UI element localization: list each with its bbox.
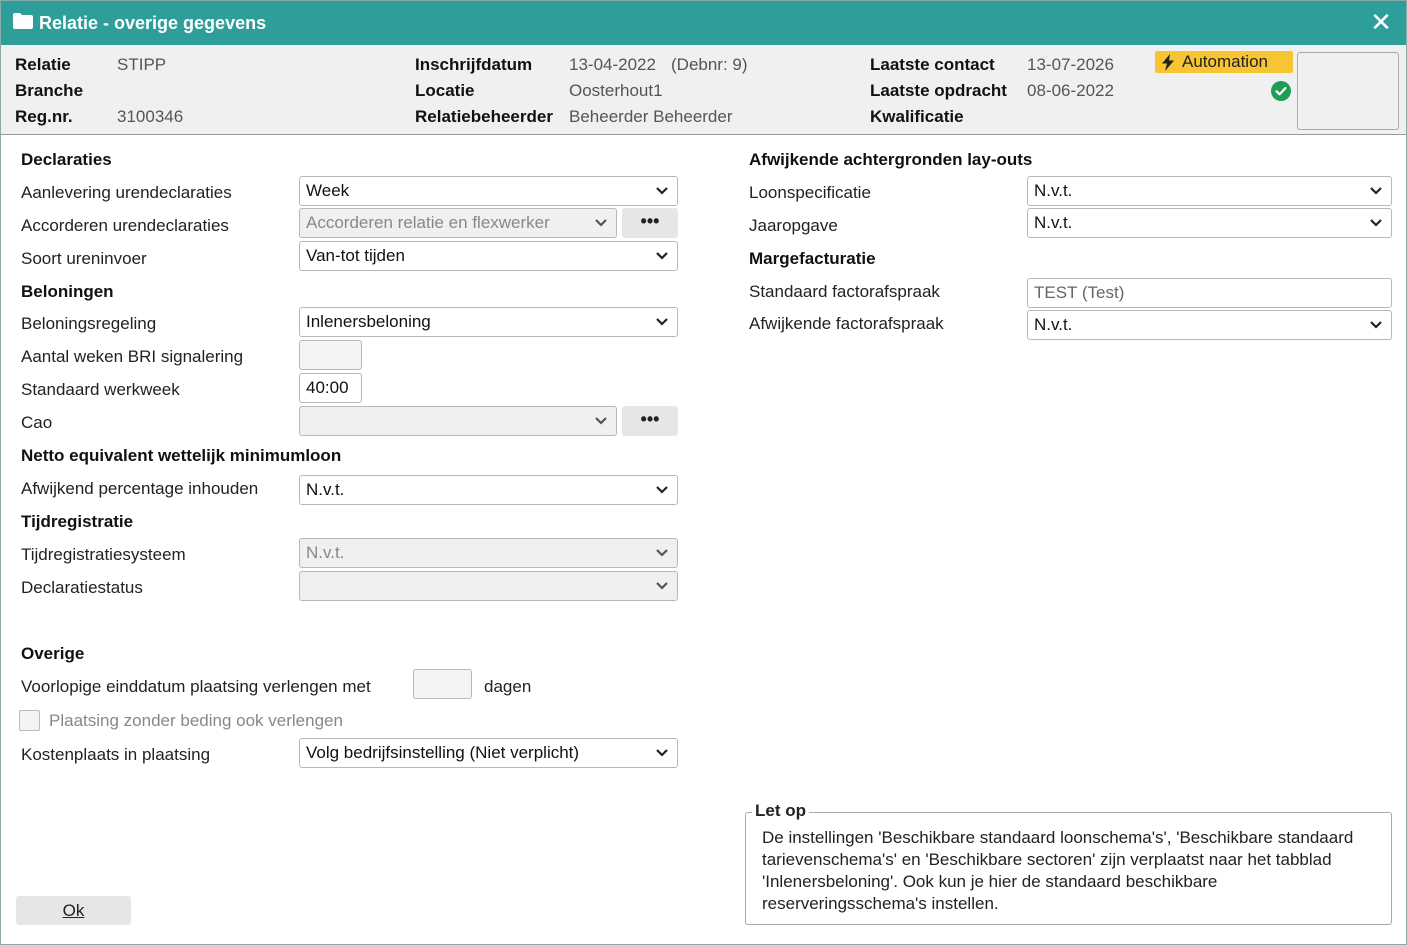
bri-label: Aantal weken BRI signalering	[21, 347, 244, 366]
accorderen-value: Accorderen relatie en flexwerker	[306, 213, 550, 232]
locatie-value: Oosterhout1	[569, 81, 663, 100]
relatiebeheerder-label: Relatiebeheerder	[415, 107, 553, 126]
kwalificatie-label: Kwalificatie	[870, 107, 964, 126]
einddatum-input[interactable]	[413, 669, 472, 699]
laatste-opdracht-label: Laatste opdracht	[870, 81, 1007, 100]
tijdregistratiesysteem-value: N.v.t.	[306, 543, 345, 562]
let-op-notice: Let op De instellingen 'Beschikbare stan…	[745, 801, 1392, 925]
regnr-label: Reg.nr.	[15, 107, 73, 126]
declaraties-heading: Declaraties	[21, 150, 112, 169]
declaratiestatus-select[interactable]	[299, 571, 678, 601]
chevron-down-icon	[656, 318, 668, 326]
laatste-opdracht-value: 08-06-2022	[1027, 81, 1114, 100]
beloningsregeling-select[interactable]: Inlenersbeloning	[299, 307, 678, 337]
tijdregistratiesysteem-label: Tijdregistratiesysteem	[21, 545, 186, 564]
chevron-down-icon	[656, 486, 668, 494]
soort-ureninvoer-value: Van-tot tijden	[306, 246, 405, 265]
aanlevering-select[interactable]: Week	[299, 176, 678, 206]
beloningsregeling-label: Beloningsregeling	[21, 314, 157, 333]
werkweek-label: Standaard werkweek	[21, 380, 180, 399]
relatie-value: STIPP	[117, 55, 167, 74]
accorderen-label: Accorderen urendeclaraties	[21, 216, 229, 235]
layouts-heading: Afwijkende achtergronden lay-outs	[749, 150, 1033, 169]
titlebar: Relatie - overige gegevens ✕	[1, 1, 1406, 45]
chevron-down-icon	[595, 219, 607, 227]
afwijkende-factorafspraak-label: Afwijkende factorafspraak	[749, 314, 944, 333]
aanlevering-label: Aanlevering urendeclaraties	[21, 183, 232, 202]
beloningen-heading: Beloningen	[21, 282, 114, 301]
locatie-label: Locatie	[415, 81, 475, 100]
zonder-beding-checkbox[interactable]	[19, 710, 40, 731]
automation-badge: Automation	[1155, 51, 1293, 73]
loonspecificatie-label: Loonspecificatie	[749, 183, 871, 202]
chevron-down-icon	[656, 549, 668, 557]
laatste-contact-label: Laatste contact	[870, 55, 995, 74]
jaaropgave-label: Jaaropgave	[749, 216, 838, 235]
chevron-down-icon	[656, 187, 668, 195]
window-title: Relatie - overige gegevens	[39, 13, 267, 33]
chevron-down-icon	[1370, 187, 1382, 195]
check-circle-icon	[1271, 81, 1291, 101]
regnr-value: 3100346	[117, 107, 184, 126]
standaard-factorafspraak-label: Standaard factorafspraak	[749, 282, 940, 301]
bri-input[interactable]	[299, 340, 362, 370]
relatie-label: Relatie	[15, 55, 71, 74]
relatiebeheerder-value: Beheerder Beheerder	[569, 107, 733, 126]
afwijkende-factorafspraak-select[interactable]: N.v.t.	[1027, 310, 1392, 340]
laatste-contact-value: 13-07-2026	[1027, 55, 1114, 74]
tijdregistratie-heading: Tijdregistratie	[21, 512, 134, 531]
percentage-value: N.v.t.	[306, 480, 345, 499]
percentage-select[interactable]: N.v.t.	[299, 475, 678, 505]
chevron-down-icon	[656, 252, 668, 260]
chevron-down-icon	[656, 749, 668, 757]
cao-select[interactable]	[299, 406, 617, 436]
afwijkende-factorafspraak-value: N.v.t.	[1034, 315, 1073, 334]
chevron-down-icon	[1370, 321, 1382, 329]
netto-heading: Netto equivalent wettelijk minimumloon	[21, 446, 342, 465]
overige-heading: Overige	[21, 644, 85, 663]
dagen-label: dagen	[484, 677, 532, 696]
branche-label: Branche	[15, 81, 84, 100]
ok-button-label: Ok	[62, 901, 85, 920]
notice-text: De instellingen 'Beschikbare standaard l…	[762, 828, 1354, 913]
kostenplaats-label: Kostenplaats in plaatsing	[21, 745, 211, 764]
percentage-label: Afwijkend percentage inhouden	[21, 479, 259, 498]
close-icon[interactable]: ✕	[1368, 9, 1394, 35]
kostenplaats-select[interactable]: Volg bedrijfsinstelling (Niet verplicht)	[299, 738, 678, 768]
soort-ureninvoer-label: Soort ureninvoer	[21, 249, 147, 268]
loonspecificatie-value: N.v.t.	[1034, 181, 1073, 200]
debnr-value: (Debnr: 9)	[671, 55, 748, 74]
declaratiestatus-label: Declaratiestatus	[21, 578, 143, 597]
folder-icon	[13, 13, 33, 29]
beloningsregeling-value: Inlenersbeloning	[306, 312, 431, 331]
standaard-factorafspraak-field: TEST (Test)	[1027, 278, 1392, 308]
lightning-icon	[1162, 54, 1174, 71]
chevron-down-icon	[656, 582, 668, 590]
jaaropgave-value: N.v.t.	[1034, 213, 1073, 232]
accorderen-more-button[interactable]: •••	[622, 208, 678, 238]
tijdregistratiesysteem-select[interactable]: N.v.t.	[299, 538, 678, 568]
inschrijfdatum-value: 13-04-2022	[569, 55, 656, 74]
kostenplaats-value: Volg bedrijfsinstelling (Niet verplicht)	[306, 743, 580, 762]
inschrijfdatum-label: Inschrijfdatum	[415, 55, 533, 74]
soort-ureninvoer-select[interactable]: Van-tot tijden	[299, 241, 678, 271]
jaaropgave-select[interactable]: N.v.t.	[1027, 208, 1392, 238]
notice-legend: Let op	[752, 801, 809, 821]
automation-badge-label: Automation	[1182, 52, 1268, 71]
cao-label: Cao	[21, 413, 53, 432]
accorderen-select[interactable]: Accorderen relatie en flexwerker	[299, 208, 617, 238]
dialog-window: Relatie - overige gegevens ✕ Relatie STI…	[0, 0, 1407, 945]
loonspecificatie-select[interactable]: N.v.t.	[1027, 176, 1392, 206]
einddatum-label: Voorlopige einddatum plaatsing verlengen…	[21, 677, 371, 696]
ok-button[interactable]: Ok	[16, 896, 131, 925]
chevron-down-icon	[595, 417, 607, 425]
aanlevering-value: Week	[306, 181, 350, 200]
cao-more-button[interactable]: •••	[622, 406, 678, 436]
photo-placeholder[interactable]	[1297, 52, 1399, 130]
zonder-beding-label: Plaatsing zonder beding ook verlengen	[49, 711, 343, 730]
margefacturatie-heading: Margefacturatie	[749, 249, 876, 268]
werkweek-input[interactable]: 40:00	[299, 373, 362, 403]
chevron-down-icon	[1370, 219, 1382, 227]
